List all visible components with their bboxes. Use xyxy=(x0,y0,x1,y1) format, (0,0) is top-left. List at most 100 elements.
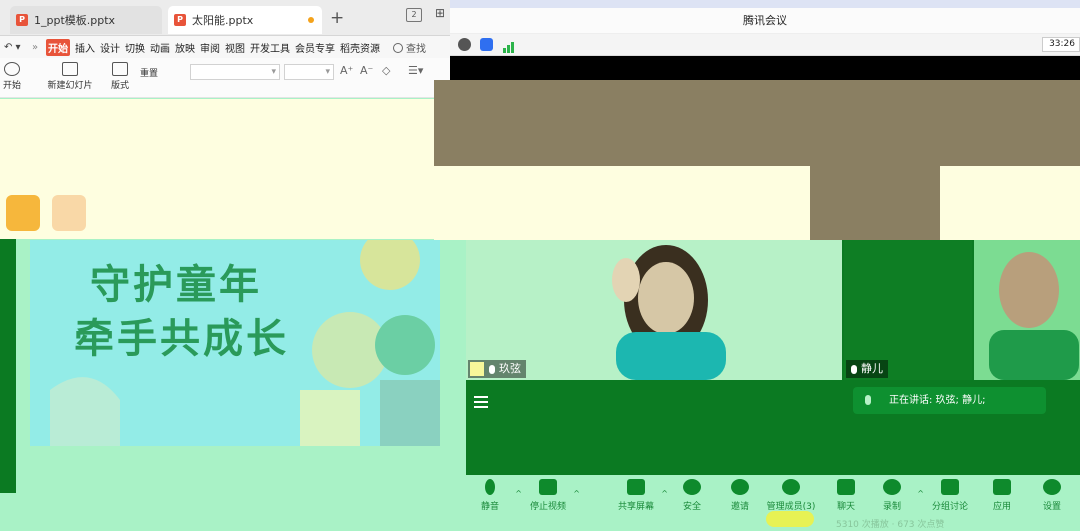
ppt-file-icon: P xyxy=(174,14,186,26)
sticker-thumbnail[interactable] xyxy=(52,195,86,231)
new-tab-button[interactable]: + xyxy=(330,8,344,28)
security-shield-icon[interactable] xyxy=(480,38,493,51)
mute-button[interactable]: 静音 ^ xyxy=(462,479,522,512)
apps-icon xyxy=(993,479,1011,495)
watermark-logo xyxy=(766,511,814,527)
menu-review[interactable]: 审阅 xyxy=(200,40,220,55)
tab-solar[interactable]: P 太阳能.pptx xyxy=(168,6,322,34)
invite-button[interactable]: 邀请 xyxy=(712,479,768,512)
new-slide-button[interactable]: 新建幻灯片 xyxy=(40,62,100,91)
share-screen-button[interactable]: 共享屏幕 ^ xyxy=(608,479,668,512)
participant-name-tag: 玖弦 xyxy=(468,360,526,378)
tab-ppt-template[interactable]: P 1_ppt模板.pptx xyxy=(10,6,162,34)
ppt-file-icon: P xyxy=(16,14,28,26)
menu-developer[interactable]: 开发工具 xyxy=(250,40,290,55)
participant-video-tile[interactable]: 静儿 xyxy=(844,240,972,380)
menu-member[interactable]: 会员专享 xyxy=(295,40,335,55)
bullet-list-icon[interactable]: ☰▾ xyxy=(408,64,423,77)
clear-format-icon[interactable]: ◇ xyxy=(382,64,390,77)
menu-design[interactable]: 设计 xyxy=(100,40,120,55)
meeting-control-bar: 静音 ^ 停止视频 ^ 共享屏幕 ^ 安全 邀请 管理成员(3) 聊天 录制 ^… xyxy=(466,475,1080,531)
mic-icon xyxy=(851,364,857,374)
new-slide-icon xyxy=(62,62,78,76)
undo-icon[interactable]: ↶ ▾ xyxy=(4,42,32,53)
sticker-thumbnail[interactable] xyxy=(6,195,40,231)
menu-docer[interactable]: 稻壳资源 xyxy=(340,40,380,55)
screen: P 1_ppt模板.pptx P 太阳能.pptx + 2 ⊞ ↶ ▾ » 开始… xyxy=(0,0,1080,531)
participant-video-tile[interactable]: 玖弦 xyxy=(466,240,842,380)
speaking-indicator: 正在讲话: 玖弦; 静儿; xyxy=(853,387,1046,414)
participant-video xyxy=(989,252,1079,380)
screen-share-border xyxy=(450,56,1080,80)
control-label: 分组讨论 xyxy=(931,502,968,512)
menu-view[interactable]: 视图 xyxy=(225,40,245,55)
font-size-select[interactable]: ▾ xyxy=(284,64,334,80)
menu-start[interactable]: 开始 xyxy=(46,38,70,56)
control-label: 共享屏幕 xyxy=(617,502,654,512)
participant-name: 玖弦 xyxy=(499,362,521,375)
search-label: 查找 xyxy=(406,43,426,55)
signal-icon[interactable] xyxy=(502,38,515,53)
participant-video-tile[interactable] xyxy=(974,240,1080,380)
left-edge-strip xyxy=(0,239,16,493)
tab-label: 太阳能.pptx xyxy=(192,14,254,27)
slide-title-line1: 守护童年 xyxy=(90,262,262,308)
tab-label: 1_ppt模板.pptx xyxy=(34,14,116,27)
participant-list-icon[interactable] xyxy=(474,396,488,408)
host-icon xyxy=(470,362,484,376)
play-stats: 5310 次播放 · 673 次点赞 xyxy=(836,520,945,530)
breakout-icon xyxy=(941,479,959,495)
settings-button[interactable]: 设置 xyxy=(1024,479,1080,512)
window-layout-icon[interactable]: 2 xyxy=(406,8,422,22)
more-menu-icon[interactable]: » xyxy=(32,42,46,53)
presentation-editor: P 1_ppt模板.pptx P 太阳能.pptx + 2 ⊞ ↶ ▾ » 开始… xyxy=(0,0,450,531)
window-top-edge xyxy=(450,0,1080,8)
mic-icon xyxy=(865,395,871,405)
share-screen-icon xyxy=(627,479,645,495)
new-slide-label: 新建幻灯片 xyxy=(47,81,93,91)
font-grow-icon[interactable]: A⁺ xyxy=(340,64,353,77)
font-family-select[interactable]: ▾ xyxy=(190,64,280,80)
slide-preview[interactable]: 守护童年 牵手共成长 xyxy=(30,240,440,446)
meeting-status-bar: 33:26 xyxy=(450,34,1080,56)
ribbon-menu: ↶ ▾ » 开始 插入 设计 切换 动画 放映 审阅 视图 开发工具 会员专享 … xyxy=(0,36,450,58)
control-label: 应用 xyxy=(992,502,1011,512)
participant-video xyxy=(612,245,726,380)
control-label: 安全 xyxy=(682,502,701,512)
layout-button[interactable]: 版式 xyxy=(106,62,134,91)
menu-insert[interactable]: 插入 xyxy=(75,40,95,55)
invite-icon xyxy=(731,479,749,495)
chevron-up-icon[interactable]: ^ xyxy=(573,489,580,498)
font-shrink-icon[interactable]: A⁻ xyxy=(360,64,373,77)
stop-video-button[interactable]: 停止视频 ^ xyxy=(520,479,580,512)
record-icon xyxy=(883,479,901,495)
layout-label: 版式 xyxy=(110,81,129,91)
record-button[interactable]: 录制 ^ xyxy=(864,479,924,512)
members-icon xyxy=(782,479,800,495)
menu-animation[interactable]: 动画 xyxy=(150,40,170,55)
unsaved-dot-icon xyxy=(308,17,314,23)
search-icon xyxy=(393,42,403,53)
control-label: 停止视频 xyxy=(529,502,566,512)
chat-icon xyxy=(837,479,855,495)
control-label: 静音 xyxy=(480,502,499,512)
control-label: 录制 xyxy=(882,502,901,512)
play-icon xyxy=(4,62,20,76)
search-button[interactable]: 查找 xyxy=(393,40,426,55)
apps-button[interactable]: 应用 xyxy=(974,479,1030,512)
manage-members-button[interactable]: 管理成员(3) xyxy=(762,479,820,512)
meeting-title: 腾讯会议 xyxy=(450,8,1080,34)
shared-video-band xyxy=(434,80,1080,166)
info-icon[interactable] xyxy=(458,38,471,51)
breakout-button[interactable]: 分组讨论 xyxy=(922,479,978,512)
menu-transition[interactable]: 切换 xyxy=(125,40,145,55)
menu-slideshow[interactable]: 放映 xyxy=(175,40,195,55)
meeting-timer: 33:26 xyxy=(1042,37,1080,52)
start-show-label: 开始 xyxy=(2,81,21,91)
control-label: 设置 xyxy=(1042,502,1061,512)
shield-icon xyxy=(683,479,701,495)
grid-apps-icon[interactable]: ⊞ xyxy=(432,7,448,22)
ribbon-toolbar: 开始 新建幻灯片 版式 重置 ▾ ▾ A⁺ A⁻ ◇ ☰▾ xyxy=(0,58,450,98)
start-show-button[interactable]: 开始 xyxy=(0,62,24,91)
reset-button[interactable]: 重置 xyxy=(140,66,180,79)
